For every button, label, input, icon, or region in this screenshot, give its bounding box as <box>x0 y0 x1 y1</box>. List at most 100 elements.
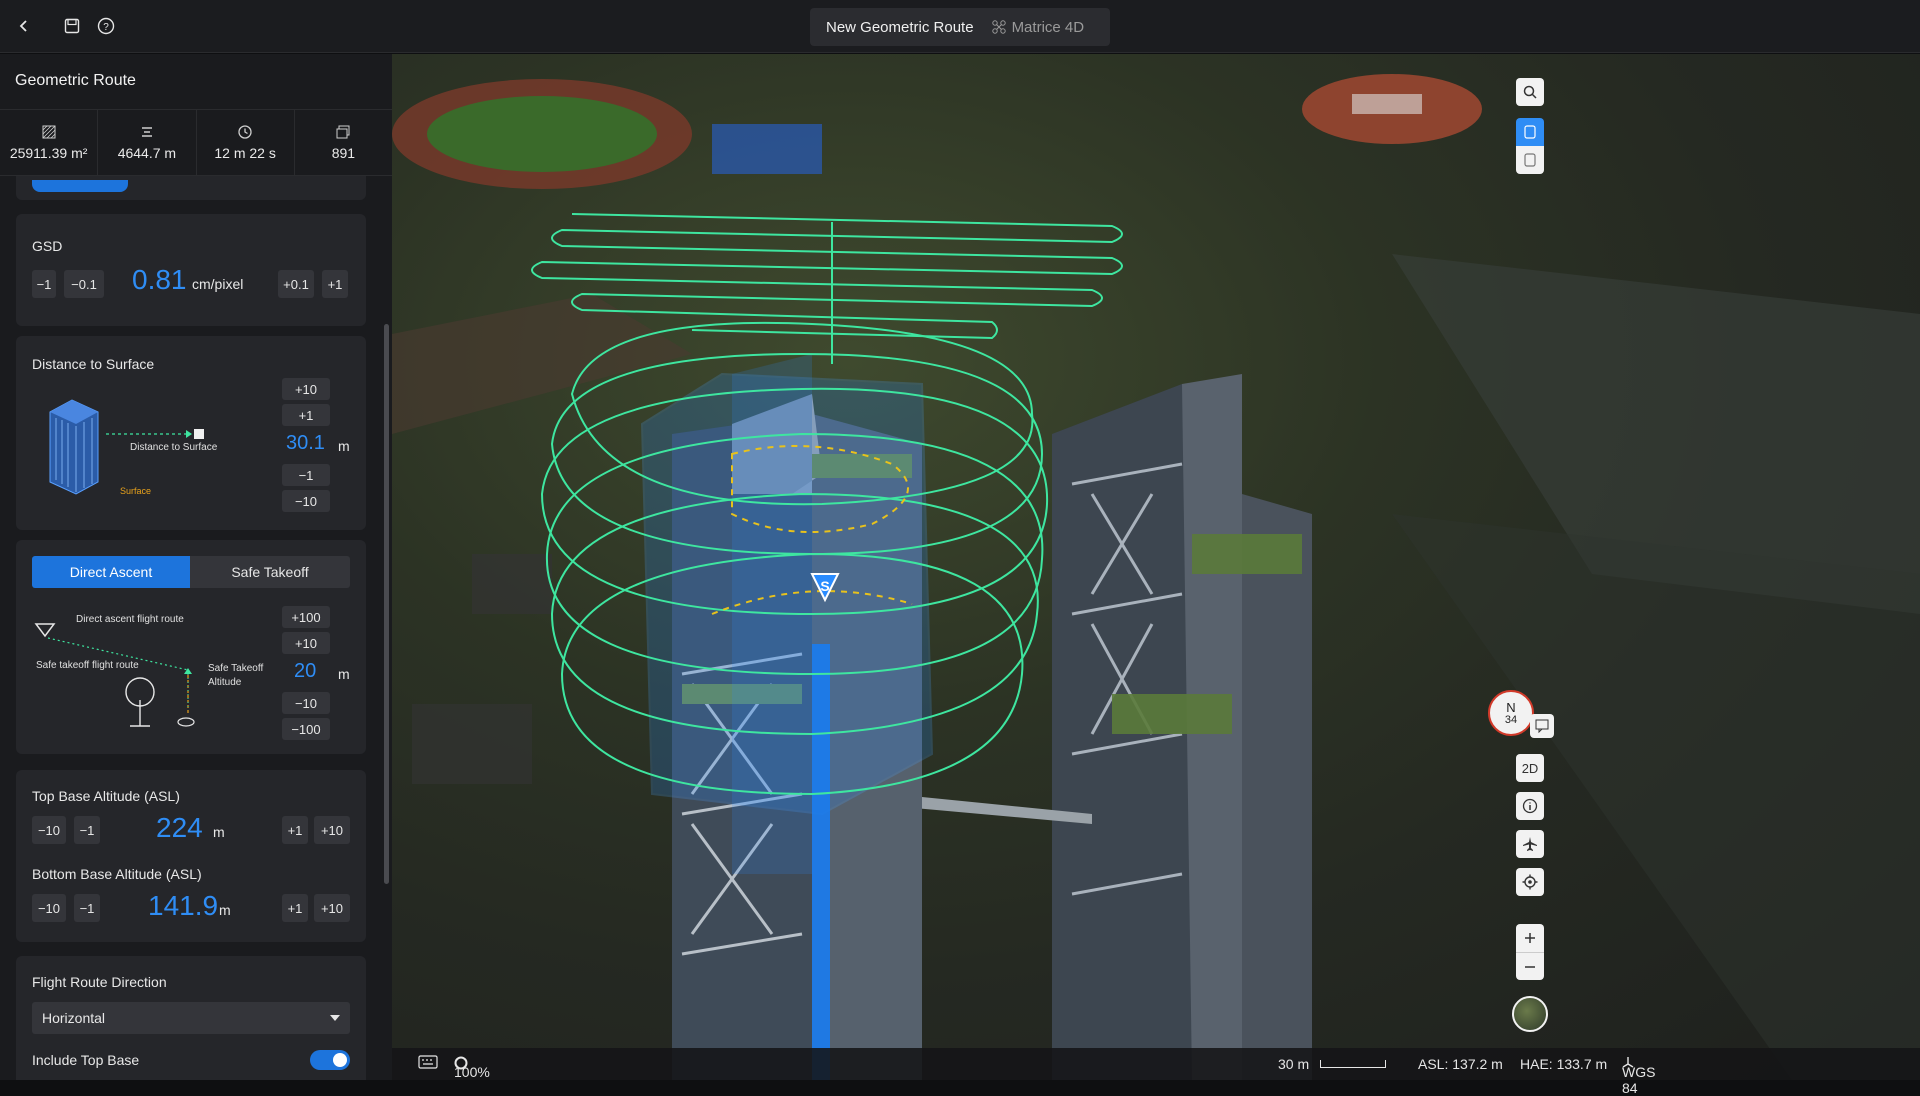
bottom-base-minus-10-button[interactable]: −10 <box>32 894 66 922</box>
mode-2d-label: 2D <box>1521 760 1539 776</box>
distance-minus-1-button[interactable]: −1 <box>282 464 330 486</box>
datum-value: WGS 84 <box>1622 1064 1656 1096</box>
distance-diagram-label: Distance to Surface <box>130 442 218 453</box>
tab-safe-takeoff[interactable]: Safe Takeoff <box>190 556 350 588</box>
stat-area-value: 25911.39 m² <box>9 144 88 161</box>
minus-icon <box>1525 965 1535 968</box>
direction-selected: Horizontal <box>42 1010 106 1026</box>
tab-direct-ascent[interactable]: Direct Ascent <box>32 556 190 588</box>
top-base-minus-10-button[interactable]: −10 <box>32 816 66 844</box>
asl-readout: ASL: 137.2 m <box>1418 1056 1503 1072</box>
photos-icon <box>336 125 350 138</box>
back-button[interactable] <box>12 14 36 38</box>
map-comment-button[interactable] <box>1530 714 1554 738</box>
stat-distance: 4644.7 m <box>98 110 197 175</box>
gsd-unit: cm/pixel <box>192 276 244 292</box>
svg-text:?: ? <box>103 22 109 33</box>
top-base-minus-1-button[interactable]: −1 <box>74 816 100 844</box>
locate-icon <box>1522 874 1538 890</box>
direction-select[interactable]: Horizontal <box>32 1002 350 1034</box>
bottom-base-label: Bottom Base Altitude (ASL) <box>32 866 202 882</box>
takeoff-value: 20 <box>294 660 317 682</box>
keyboard-button[interactable] <box>418 1054 438 1073</box>
safe-route-label: Safe takeoff flight route <box>36 660 139 671</box>
help-icon: ? <box>97 17 115 35</box>
surface-label: Surface <box>120 486 152 496</box>
include-top-toggle[interactable] <box>310 1050 350 1070</box>
distance-plus-1-button[interactable]: +1 <box>282 404 330 426</box>
map-info-button[interactable] <box>1516 792 1544 820</box>
panel-scroll-area[interactable]: GSD −1 −0.1 0.81 cm/pixel +0.1 +1 Distan… <box>0 176 392 1080</box>
gsd-plus-0-1-button[interactable]: +0.1 <box>278 270 314 298</box>
airplane-icon <box>1523 837 1537 851</box>
route-stats: 25911.39 m² 4644.7 m 12 m 22 s 891 <box>0 110 392 176</box>
top-base-plus-1-button[interactable]: +1 <box>282 816 308 844</box>
panel-scrollbar[interactable] <box>384 324 389 884</box>
takeoff-plus-10-button[interactable]: +10 <box>282 632 330 654</box>
previous-card-button[interactable] <box>32 180 128 192</box>
gsd-minus-0-1-button[interactable]: −0.1 <box>64 270 104 298</box>
gsd-minus-1-button[interactable]: −1 <box>32 270 56 298</box>
opacity-control[interactable]: 100% <box>454 1056 490 1080</box>
stat-photos-value: 891 <box>331 144 356 161</box>
start-marker: S <box>820 578 829 594</box>
save-icon <box>64 18 80 34</box>
takeoff-minus-10-button[interactable]: −10 <box>282 692 330 714</box>
drone-model: Matrice 4D <box>991 18 1085 36</box>
gsd-label: GSD <box>32 238 63 254</box>
route-settings-panel: Geometric Route 25911.39 m² 4644.7 m 12 … <box>0 54 392 1080</box>
keyboard-icon <box>418 1055 438 1069</box>
direction-label: Flight Route Direction <box>32 974 167 990</box>
datum-readout: WGS 84 <box>1622 1056 1655 1096</box>
basemap-switch-button[interactable] <box>1512 996 1548 1032</box>
search-icon <box>1523 85 1537 99</box>
layer-icon <box>1524 125 1536 139</box>
map-2d-button[interactable]: 2D <box>1516 754 1544 782</box>
zoom-out-button[interactable] <box>1516 952 1544 980</box>
info-icon <box>1522 798 1538 814</box>
stat-duration-value: 12 m 22 s <box>214 144 276 161</box>
distance-value: 30.1 <box>286 432 325 454</box>
takeoff-minus-100-button[interactable]: −100 <box>282 718 330 740</box>
top-base-label: Top Base Altitude (ASL) <box>32 788 180 804</box>
save-button[interactable] <box>60 14 84 38</box>
map-layer-active-button[interactable] <box>1516 118 1544 146</box>
map-3d-view[interactable]: S N 34 2D <box>392 54 1920 1080</box>
distance-plus-10-button[interactable]: +10 <box>282 378 330 400</box>
chevron-left-icon <box>19 20 27 32</box>
stat-distance-value: 4644.7 m <box>117 144 177 161</box>
map-layer-button[interactable] <box>1516 146 1544 174</box>
gsd-plus-1-button[interactable]: +1 <box>322 270 348 298</box>
bottom-base-plus-1-button[interactable]: +1 <box>282 894 308 922</box>
map-scene: S <box>392 74 1920 1080</box>
gsd-card: GSD −1 −0.1 0.81 cm/pixel +0.1 +1 <box>16 214 366 326</box>
map-search-button[interactable] <box>1516 78 1544 106</box>
direction-card: Flight Route Direction Horizontal Includ… <box>16 956 366 1080</box>
top-base-plus-10-button[interactable]: +10 <box>314 816 350 844</box>
stat-duration: 12 m 22 s <box>197 110 295 175</box>
hae-readout: HAE: 133.7 m <box>1520 1056 1608 1072</box>
previous-card <box>16 176 366 200</box>
map-locate-button[interactable] <box>1516 868 1544 896</box>
stat-photos: 891 <box>295 110 392 175</box>
opacity-value: 100% <box>454 1064 490 1080</box>
bottom-base-minus-1-button[interactable]: −1 <box>74 894 100 922</box>
map-aircraft-button[interactable] <box>1516 830 1544 858</box>
direct-route-label: Direct ascent flight route <box>76 614 184 625</box>
distance-minus-10-button[interactable]: −10 <box>282 490 330 512</box>
include-top-label: Include Top Base <box>32 1052 140 1068</box>
help-button[interactable]: ? <box>94 14 118 38</box>
route-title-pill[interactable]: New Geometric Route Matrice 4D <box>810 8 1110 46</box>
drone-model-label: Matrice 4D <box>1011 18 1085 36</box>
takeoff-plus-100-button[interactable]: +100 <box>282 606 330 628</box>
gsd-value: 0.81 <box>132 264 187 295</box>
chevron-down-icon <box>330 1015 340 1021</box>
compass[interactable]: N 34 <box>1488 690 1534 736</box>
takeoff-unit: m <box>338 666 350 682</box>
bottom-base-plus-10-button[interactable]: +10 <box>314 894 350 922</box>
area-icon <box>42 125 56 138</box>
safe-alt-label: Safe Takeoff Altitude <box>208 663 264 688</box>
zoom-in-button[interactable] <box>1516 924 1544 952</box>
route-name: New Geometric Route <box>826 18 974 36</box>
distance-label: Distance to Surface <box>32 356 155 372</box>
